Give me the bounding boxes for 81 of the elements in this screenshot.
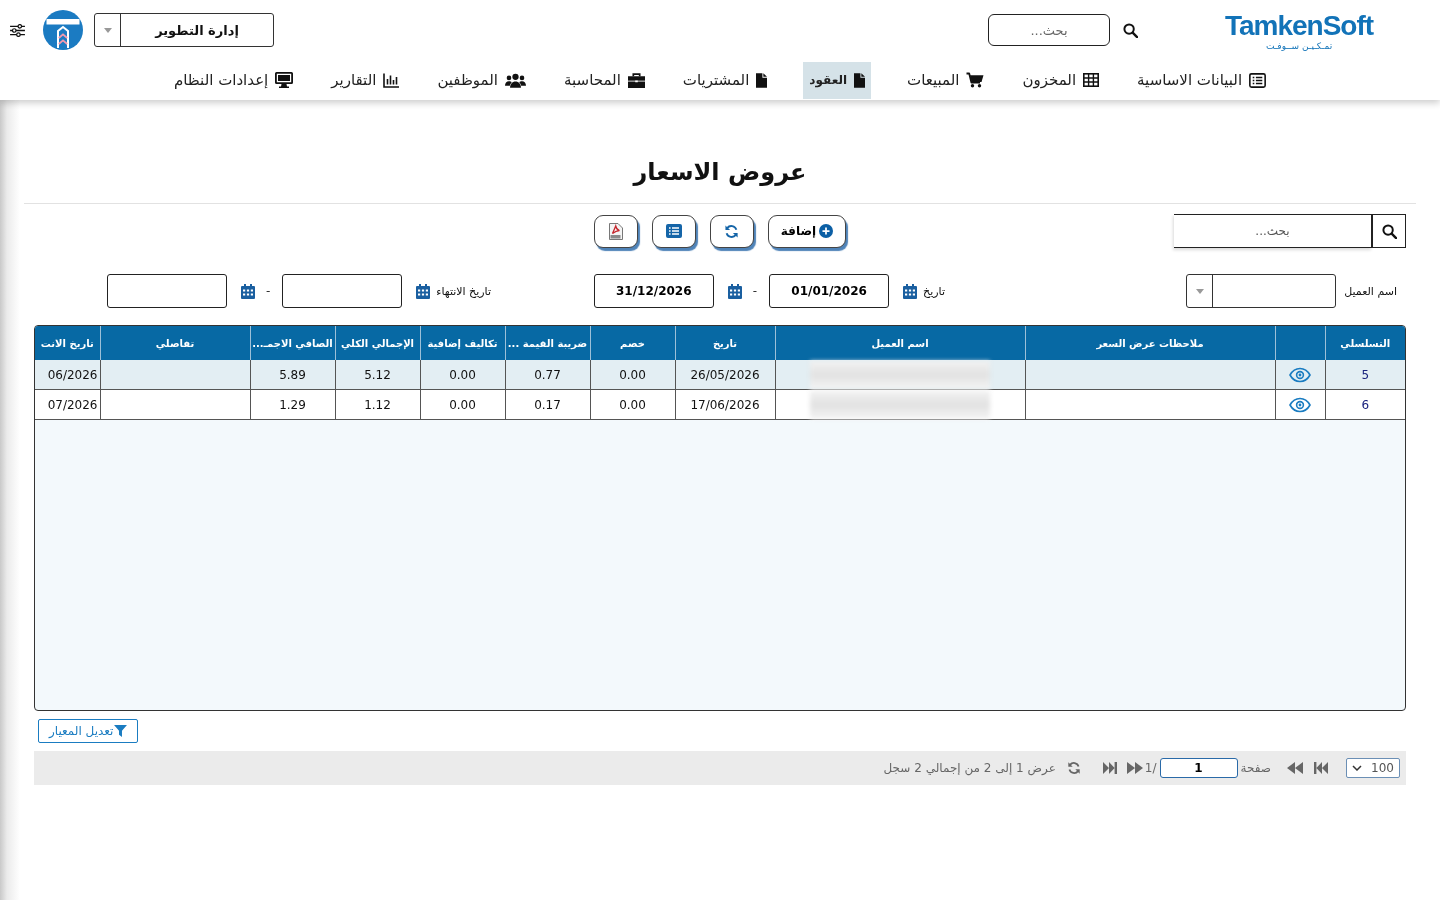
page-size-select[interactable]: 100 [1346,758,1400,778]
calendar-icon[interactable] [240,283,255,299]
page-label: صفحة [1240,761,1271,775]
users-icon [505,72,527,88]
chevron-down-icon [1352,765,1362,771]
briefcase-icon [627,72,645,88]
search-icon [1381,223,1397,239]
list-icon [1249,72,1267,88]
page-field[interactable]: 1 [1159,758,1238,778]
column-header[interactable]: التسلسلي [1325,326,1405,360]
refresh-button[interactable] [709,214,754,248]
skip-end-icon[interactable] [1102,762,1117,774]
add-button[interactable]: إضافة [767,214,847,248]
eye-icon[interactable] [1289,396,1311,413]
cart-icon [966,72,985,88]
customer-select[interactable] [1186,274,1337,308]
nav-tab[interactable]: التقارير [329,61,402,99]
list-icon [665,224,682,238]
file-icon [854,72,866,88]
bar-chart-icon [383,72,400,88]
column-header[interactable]: خصم [590,326,675,360]
table-cell: 07/2026 [35,389,100,420]
pdf-file-icon [608,222,623,240]
search-field[interactable]: بحث... [988,14,1110,46]
date-field[interactable] [282,274,403,308]
department-select[interactable]: إدارة التطوير [94,13,274,47]
eye-icon[interactable] [1289,366,1311,383]
search-icon[interactable] [1123,22,1138,38]
calendar-icon[interactable] [903,283,918,299]
filter-label: تاريخ الانتهاء [436,284,491,298]
caret-icon [1195,288,1204,294]
funnel-icon [114,725,128,737]
column-header[interactable]: ملاحظات عرض السعر [1025,326,1275,360]
calendar-icon[interactable] [727,283,742,299]
refresh-icon[interactable] [1066,761,1081,775]
nav-tab[interactable]: المشتريات [680,61,770,99]
nav-tab[interactable]: إعدادات النظام [171,61,296,99]
plus-circle-icon [819,224,834,238]
logo-text: TamkenSoft [1224,10,1374,40]
nav-tab[interactable]: المبيعات [905,61,987,99]
date-field[interactable]: 01/01/2026 [769,274,890,308]
desktop-icon [275,72,294,88]
record-summary: عرض 1 إلى 2 من إجمالي 2 سجل [883,761,1056,775]
column-header[interactable]: ضريبة القيمة ... [505,326,590,360]
nav-tab[interactable]: المخزون [1020,61,1102,99]
column-header[interactable]: تكاليف إضافية [420,326,505,360]
search-button[interactable] [1372,214,1406,248]
range-separator: - [265,284,271,298]
filter-label: اسم العميل [1344,284,1397,298]
date-field[interactable] [106,274,227,308]
rewind-icon[interactable] [1287,762,1303,774]
file-icon [756,72,768,88]
column-header[interactable]: اسم العميل [775,326,1025,360]
column-header[interactable]: تاريخ [675,326,775,360]
column-header[interactable]: الإجمالي الكلي [335,326,420,360]
filter-button[interactable]: تعديل المعيار [38,719,139,743]
column-header[interactable]: الصافي الاجمـ... [250,326,335,360]
grid-icon [1083,73,1100,87]
skip-start-icon[interactable] [1314,762,1328,774]
nav-tab[interactable]: الموظفين [435,61,529,99]
calendar-icon[interactable] [416,283,431,299]
nav-tab[interactable]: البيانات الاساسية [1135,61,1269,99]
filter-label: تاريخ [923,284,945,298]
caret-icon [103,27,112,33]
page-count: 1/ [1144,761,1157,775]
pdf-export-button[interactable] [593,214,638,248]
list-view-button[interactable] [651,214,696,248]
search-field[interactable]: بحث... [1174,214,1372,248]
refresh-icon [724,223,740,239]
table-cell: 06/2026 [35,360,100,390]
sliders-icon[interactable] [10,23,25,37]
logo-subtitle: تمـكـيـن ســوفـت [1265,39,1333,52]
fast-forward-icon[interactable] [1126,762,1143,774]
nav-tab[interactable]: العقود [803,61,872,99]
nav-tab[interactable]: المحاسبة [562,61,647,99]
date-field[interactable]: 31/12/2026 [593,274,714,308]
page-title: عروض الاسعار [631,157,808,188]
range-separator: - [752,284,758,298]
column-header[interactable]: تفاصلي [100,326,250,360]
t-logo-icon[interactable] [43,10,83,50]
column-header[interactable]: تاريخ الانت [35,326,100,360]
